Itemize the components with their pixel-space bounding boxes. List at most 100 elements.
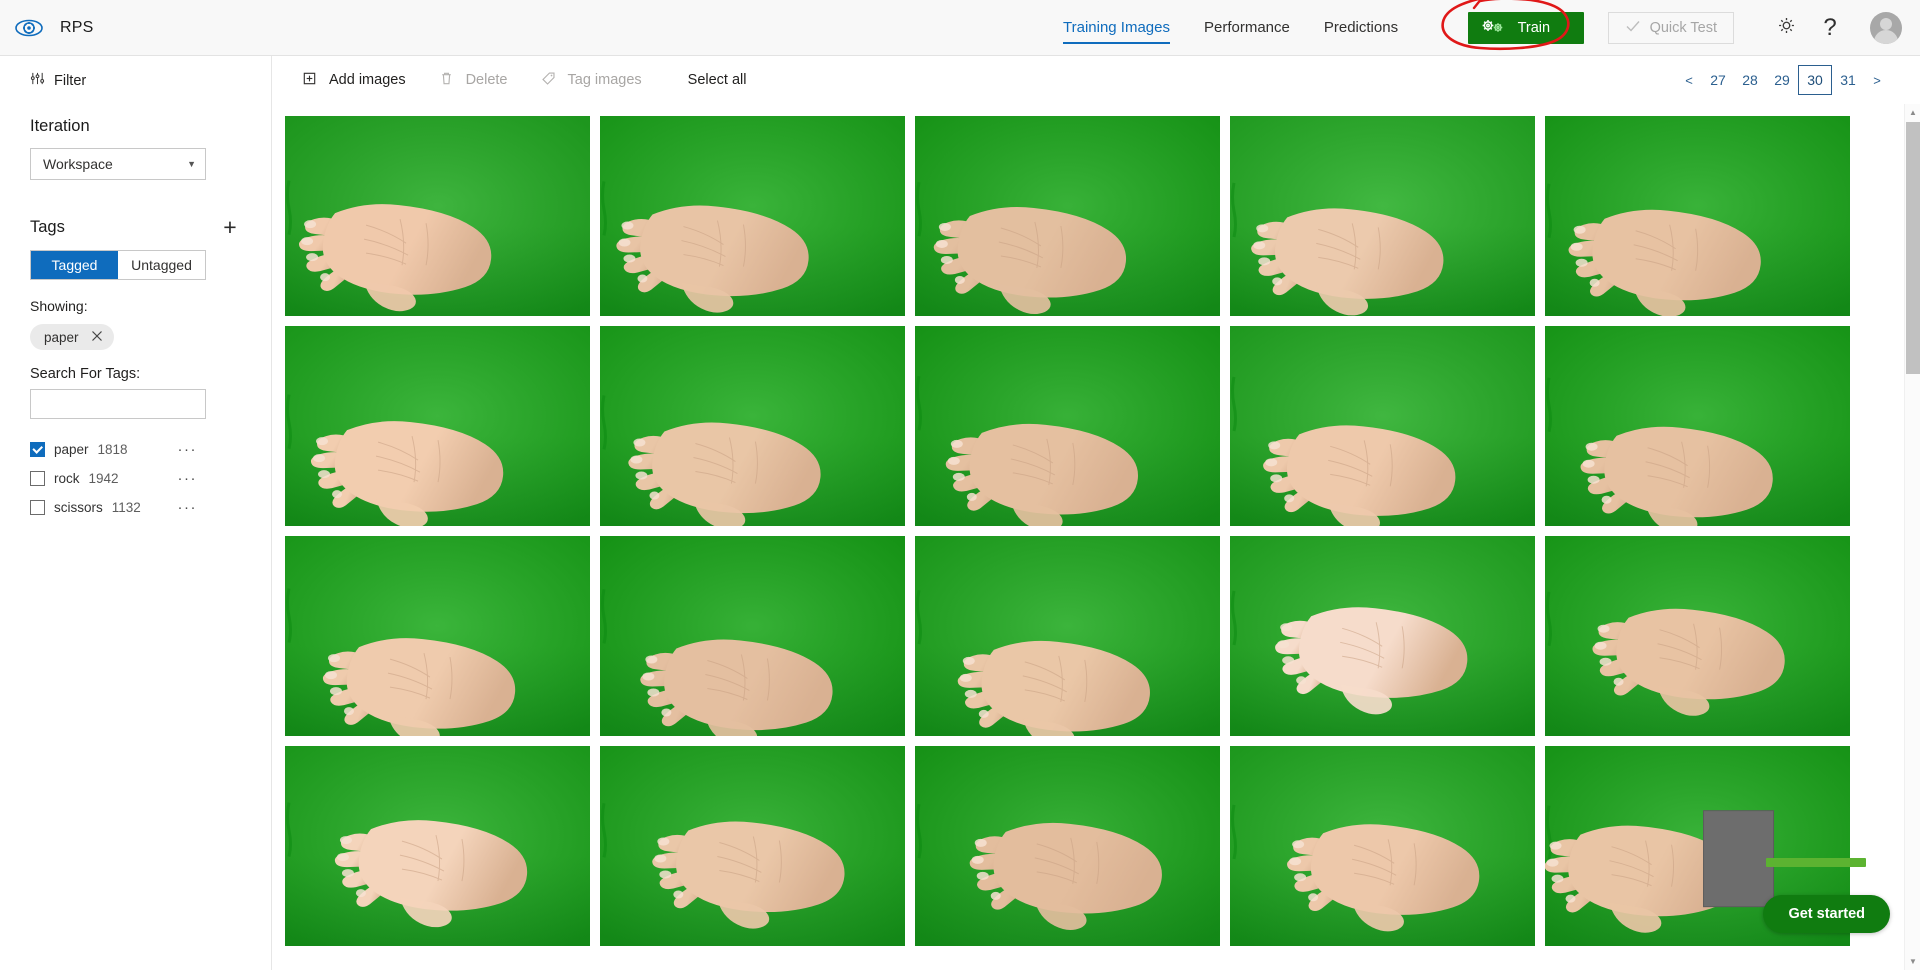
tag-row-paper[interactable]: paper 1818 ··· bbox=[30, 435, 241, 464]
quick-test-label: Quick Test bbox=[1649, 20, 1717, 36]
add-images-button[interactable]: Add images bbox=[285, 60, 422, 100]
showing-chip-paper: paper bbox=[30, 324, 114, 350]
tab-predictions-label: Predictions bbox=[1323, 19, 1399, 36]
search-tags-input[interactable] bbox=[30, 389, 206, 419]
gallery-thumbnail[interactable] bbox=[1230, 326, 1535, 526]
select-all-button[interactable]: Select all bbox=[658, 60, 763, 100]
sidebar: Filter Iteration Workspace ▼ Tags + Tagg… bbox=[0, 56, 272, 970]
tag-row-rock[interactable]: rock 1942 ··· bbox=[30, 464, 241, 493]
tag-count-scissors: 1132 bbox=[111, 500, 141, 515]
tab-predictions[interactable]: Predictions bbox=[1307, 0, 1415, 56]
tab-training-images-label: Training Images bbox=[1063, 19, 1170, 36]
gallery-thumbnail[interactable] bbox=[1230, 116, 1535, 316]
main-content: Add images Delete Tag images Select all … bbox=[272, 56, 1920, 970]
train-button[interactable]: Train bbox=[1467, 12, 1584, 44]
top-bar-actions: Train Quick Test ? bbox=[1467, 0, 1920, 56]
settings-button[interactable] bbox=[1764, 6, 1808, 50]
gallery-thumbnail[interactable] bbox=[600, 326, 905, 526]
triangle-down-icon[interactable]: ▼ bbox=[1905, 953, 1920, 970]
tag-count-rock: 1942 bbox=[88, 471, 119, 486]
gallery-thumbnail[interactable] bbox=[285, 746, 590, 946]
tab-performance[interactable]: Performance bbox=[1187, 0, 1307, 56]
tab-training-images[interactable]: Training Images bbox=[1046, 0, 1187, 56]
tag-filter-toggle: Tagged Untagged bbox=[30, 250, 206, 280]
page-31-button[interactable]: 31 bbox=[1832, 65, 1864, 95]
select-all-label: Select all bbox=[687, 72, 747, 88]
add-images-label: Add images bbox=[329, 72, 406, 88]
page-next-button[interactable]: > bbox=[1864, 65, 1890, 95]
gallery-thumbnail[interactable] bbox=[285, 326, 590, 526]
gallery-toolbar: Add images Delete Tag images Select all … bbox=[272, 56, 1920, 104]
filter-label: Filter bbox=[54, 73, 87, 89]
showing-label: Showing: bbox=[30, 298, 88, 314]
gallery-thumbnail[interactable] bbox=[285, 116, 590, 316]
brand: RPS bbox=[0, 13, 270, 43]
add-tag-button[interactable]: + bbox=[219, 216, 241, 239]
iteration-heading: Iteration bbox=[30, 117, 90, 135]
ellipsis-icon[interactable]: ··· bbox=[178, 499, 242, 516]
delete-button[interactable]: Delete bbox=[422, 60, 524, 100]
page-title: RPS bbox=[60, 18, 94, 36]
ellipsis-icon[interactable]: ··· bbox=[178, 441, 242, 458]
tag-name-paper: paper bbox=[54, 442, 89, 457]
page-28-button[interactable]: 28 bbox=[1734, 65, 1766, 95]
close-icon[interactable] bbox=[91, 330, 103, 344]
triangle-up-icon[interactable]: ▲ bbox=[1905, 104, 1920, 121]
gallery-thumbnail[interactable] bbox=[1545, 326, 1850, 526]
trash-icon bbox=[438, 70, 455, 91]
ellipsis-icon[interactable]: ··· bbox=[178, 470, 242, 487]
gallery-thumbnail[interactable] bbox=[915, 746, 1220, 946]
scrollbar-thumb[interactable] bbox=[1906, 122, 1920, 374]
image-gallery bbox=[272, 104, 1920, 970]
tag-checkbox-scissors[interactable] bbox=[30, 500, 45, 515]
gallery-thumbnail[interactable] bbox=[285, 536, 590, 736]
tag-icon bbox=[540, 70, 557, 91]
get-started-button[interactable]: Get started bbox=[1763, 895, 1890, 933]
check-icon bbox=[1625, 18, 1641, 38]
tag-checkbox-paper[interactable] bbox=[30, 442, 45, 457]
eye-gear-icon bbox=[14, 13, 44, 43]
chevron-down-icon: ▼ bbox=[187, 159, 196, 169]
gears-icon bbox=[1480, 17, 1506, 39]
tag-images-button[interactable]: Tag images bbox=[524, 60, 658, 100]
tag-row-scissors[interactable]: scissors 1132 ··· bbox=[30, 493, 241, 522]
gallery-thumbnail[interactable] bbox=[600, 116, 905, 316]
gallery-thumbnail[interactable] bbox=[1230, 746, 1535, 946]
iteration-select[interactable]: Workspace ▼ bbox=[30, 148, 206, 180]
tag-checkbox-rock[interactable] bbox=[30, 471, 45, 486]
progress-bar bbox=[1766, 858, 1866, 867]
train-button-label: Train bbox=[1517, 20, 1551, 36]
gallery-thumbnail[interactable] bbox=[600, 536, 905, 736]
tab-performance-label: Performance bbox=[1204, 19, 1290, 36]
filter-button[interactable]: Filter bbox=[30, 71, 241, 91]
help-button[interactable]: ? bbox=[1808, 6, 1852, 50]
quick-test-button[interactable]: Quick Test bbox=[1607, 12, 1734, 44]
tag-name-scissors: scissors bbox=[54, 500, 103, 515]
top-bar: RPS Training Images Performance Predicti… bbox=[0, 0, 1920, 56]
image-grid bbox=[285, 104, 1920, 946]
progress-fill bbox=[1766, 858, 1866, 867]
page-29-button[interactable]: 29 bbox=[1766, 65, 1798, 95]
iteration-select-value: Workspace bbox=[43, 156, 113, 172]
avatar[interactable] bbox=[1870, 12, 1902, 44]
main-nav: Training Images Performance Predictions bbox=[1046, 0, 1415, 56]
gallery-thumbnail[interactable] bbox=[1545, 536, 1850, 736]
toggle-tagged[interactable]: Tagged bbox=[31, 251, 118, 279]
tags-header: Tags + bbox=[30, 216, 241, 239]
gallery-thumbnail[interactable] bbox=[915, 116, 1220, 316]
page-30-button[interactable]: 30 bbox=[1798, 65, 1832, 95]
gallery-scrollbar[interactable]: ▲ ▼ bbox=[1904, 104, 1920, 970]
toggle-untagged[interactable]: Untagged bbox=[118, 251, 205, 279]
tag-images-label: Tag images bbox=[567, 72, 642, 88]
gallery-thumbnail[interactable] bbox=[1545, 116, 1850, 316]
delete-label: Delete bbox=[465, 72, 508, 88]
tags-heading: Tags bbox=[30, 218, 65, 236]
gallery-thumbnail[interactable] bbox=[915, 326, 1220, 526]
page-27-button[interactable]: 27 bbox=[1702, 65, 1734, 95]
gallery-thumbnail[interactable] bbox=[1230, 536, 1535, 736]
gallery-thumbnail[interactable] bbox=[915, 536, 1220, 736]
gear-icon bbox=[1776, 15, 1797, 41]
gallery-thumbnail[interactable] bbox=[600, 746, 905, 946]
page-prev-button[interactable]: < bbox=[1676, 65, 1702, 95]
tag-name-rock: rock bbox=[54, 471, 80, 486]
